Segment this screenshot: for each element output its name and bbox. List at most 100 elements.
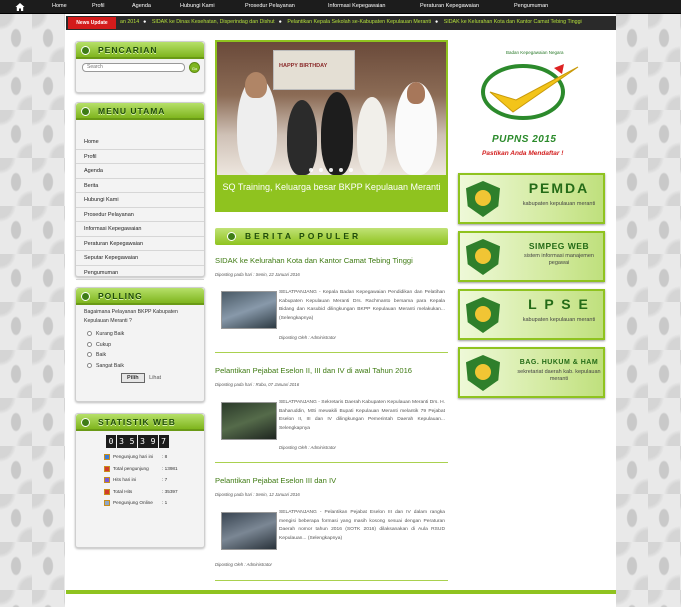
search-go-button[interactable]: Go: [189, 62, 200, 73]
divider: [215, 352, 448, 353]
nav-peraturan-kepegawaian[interactable]: Peraturan Kepegawaian: [420, 3, 479, 9]
menu-item-peraturan-kepegawaian[interactable]: Peraturan Kepegawaian: [76, 237, 204, 251]
poll-option-label: Baik: [96, 352, 107, 358]
post-thumbnail[interactable]: [221, 402, 277, 440]
statistics-header: STATISTIK WEB: [76, 414, 204, 431]
ticker-item[interactable]: SIDAK ke Kelurahan Kota dan Kantor Camat…: [444, 19, 582, 25]
poll-option[interactable]: Baik: [76, 350, 204, 361]
stat-value: : 8: [162, 454, 168, 459]
poll-option-label: Kurang Baik: [96, 331, 125, 337]
menu-item-seputar-kepegawaian[interactable]: Seputar Kepegawaian: [76, 251, 204, 266]
post-excerpt: SELATPANJANG - Pelantikan Pejabat Eselon…: [279, 510, 445, 541]
regency-emblem-icon: [466, 181, 500, 217]
main-menu-list: Home Profil Agenda Berita Hubungi Kami P…: [76, 135, 204, 280]
news-update-label: News Update: [68, 17, 116, 29]
home-icon[interactable]: [15, 2, 25, 12]
news-post: SIDAK ke Kelurahan Kota dan Kantor Camat…: [215, 256, 448, 356]
post-date: Diposting pada hari : Senin, 12 Januari …: [215, 492, 300, 497]
slider-pagination[interactable]: [309, 168, 359, 174]
radio-button[interactable]: [87, 352, 92, 358]
nav-hubungi-kami[interactable]: Hubungi Kami: [180, 3, 215, 9]
checkmark-icon: [481, 64, 579, 120]
menu-item-profil[interactable]: Profil: [76, 150, 204, 164]
radio-button[interactable]: [87, 341, 92, 347]
bullet-icon: [81, 107, 90, 116]
slide-dot[interactable]: [339, 168, 343, 172]
polling-panel: POLLING Bagaimana Pelayanan BKPP Kabupat…: [75, 287, 205, 402]
post-thumbnail[interactable]: [221, 291, 277, 329]
regency-emblem-icon: [466, 239, 500, 275]
slide-dot[interactable]: [329, 168, 333, 172]
pemda-banner[interactable]: PEMDA kabupaten kepulauan meranti: [458, 173, 605, 224]
ticker-separator: ●: [278, 19, 282, 25]
news-post: Pelantikan Pejabat Eselon II, III dan IV…: [215, 366, 448, 466]
simpeg-web-banner[interactable]: SIMPEG WEB sistem informasi manajemen pe…: [458, 231, 605, 282]
search-input[interactable]: Search: [82, 63, 185, 72]
counter-digit: 7: [158, 435, 169, 448]
menu-item-berita[interactable]: Berita: [76, 179, 204, 193]
image-slider[interactable]: HAPPY BIRTHDAY SQ Training, Keluarga bes…: [215, 40, 448, 212]
person-figure: [321, 92, 353, 175]
search-panel-title: PENCARIAN: [98, 45, 158, 55]
menu-item-prosedur-pelayanan[interactable]: Prosedur Pelayanan: [76, 208, 204, 222]
polling-header: POLLING: [76, 288, 204, 305]
ticker-items: an 2014 ● SIDAK ke Dinas Kesehatan, Dispe…: [120, 19, 586, 25]
menu-item-agenda[interactable]: Agenda: [76, 164, 204, 179]
divider: [215, 462, 448, 463]
poll-option[interactable]: Kurang Baik: [76, 329, 204, 340]
banner-title: PEMDA: [528, 180, 590, 196]
post-title-link[interactable]: Pelantikan Pejabat Eselon II, III dan IV…: [215, 366, 448, 376]
nav-pengumuman[interactable]: Pengumuman: [514, 3, 548, 9]
stat-row: Pengunjung hari ini: 8: [76, 451, 204, 463]
nav-home[interactable]: Home: [52, 3, 67, 9]
poll-view-results-link[interactable]: Lihat: [149, 375, 161, 381]
poll-option[interactable]: Cukup: [76, 340, 204, 351]
chart-icon: [104, 488, 110, 495]
pupns-2015-logo[interactable]: Badan Kepegawaian Negara PUPNS 2015 Past…: [456, 40, 608, 168]
menu-item-informasi-kepegawaian[interactable]: Informasi Kepegawaian: [76, 222, 204, 237]
menu-item-home[interactable]: Home: [76, 135, 204, 150]
bullet-icon: [81, 292, 90, 301]
nav-informasi-kepegawaian[interactable]: Informasi Kepegawaian: [328, 3, 385, 9]
stat-label: Pengunjung Online: [113, 500, 153, 505]
ticker-separator: ●: [143, 19, 147, 25]
counter-digit: 3: [137, 435, 148, 448]
post-title-link[interactable]: Pelantikan Pejabat Eselon III dan IV: [215, 476, 448, 486]
bullet-icon: [227, 232, 236, 241]
ticker-item[interactable]: SIDAK ke Dinas Kesehatan, Disperindag da…: [152, 19, 275, 25]
post-title-link[interactable]: SIDAK ke Kelurahan Kota dan Kantor Camat…: [215, 256, 448, 266]
main-content-area: PENCARIAN Search Go MENU UTAMA Home Prof…: [66, 30, 616, 605]
nav-profil[interactable]: Profil: [92, 3, 105, 9]
main-menu-title: MENU UTAMA: [98, 106, 166, 116]
radio-button[interactable]: [87, 362, 92, 368]
radio-button[interactable]: [87, 331, 92, 337]
stat-row: Total Hits: 35397: [76, 486, 204, 498]
stat-row: Hits hari ini: 7: [76, 474, 204, 486]
popular-news-title: BERITA POPULER: [245, 231, 362, 241]
nav-agenda[interactable]: Agenda: [132, 3, 151, 9]
menu-item-pengumuman[interactable]: Pengumuman: [76, 266, 204, 280]
slide-dot[interactable]: [319, 168, 323, 172]
poll-vote-button[interactable]: Pilih: [121, 373, 145, 383]
ticker-item[interactable]: an 2014: [120, 19, 139, 25]
poll-option[interactable]: Sangat Baik: [76, 361, 204, 372]
polling-title: POLLING: [98, 291, 143, 301]
stat-row: Pengunjung Online: 1: [76, 497, 204, 509]
nav-prosedur-pelayanan[interactable]: Prosedur Pelayanan: [245, 3, 295, 9]
counter-digit: 9: [148, 435, 158, 448]
top-nav-bar: Home Profil Agenda Hubungi Kami Prosedur…: [0, 0, 681, 14]
slide-dot[interactable]: [309, 168, 313, 172]
slide-dot[interactable]: [349, 168, 353, 172]
poll-option-label: Sangat Baik: [96, 362, 124, 369]
menu-item-hubungi-kami[interactable]: Hubungi Kami: [76, 193, 204, 208]
news-post: Pelantikan Pejabat Eselon III dan IV Dip…: [215, 476, 448, 586]
post-author: Diposting Oleh : Administrator: [215, 562, 272, 567]
ticker-item[interactable]: Pelantikan Kepala Sekolah se-Kabupaten K…: [287, 19, 431, 25]
post-thumbnail[interactable]: [221, 512, 277, 550]
slide-caption[interactable]: SQ Training, Keluarga besar BKPP Kepulau…: [217, 177, 446, 210]
banner-title: BAG. HUKUM & HAM: [519, 359, 599, 366]
counter-digit: 0: [106, 435, 116, 448]
bullet-icon: [81, 46, 90, 55]
bag-hukum-ham-banner[interactable]: BAG. HUKUM & HAM sekretariat daerah kab.…: [458, 347, 605, 398]
lpse-banner[interactable]: L P S E kabupaten kepulauan meranti: [458, 289, 605, 340]
